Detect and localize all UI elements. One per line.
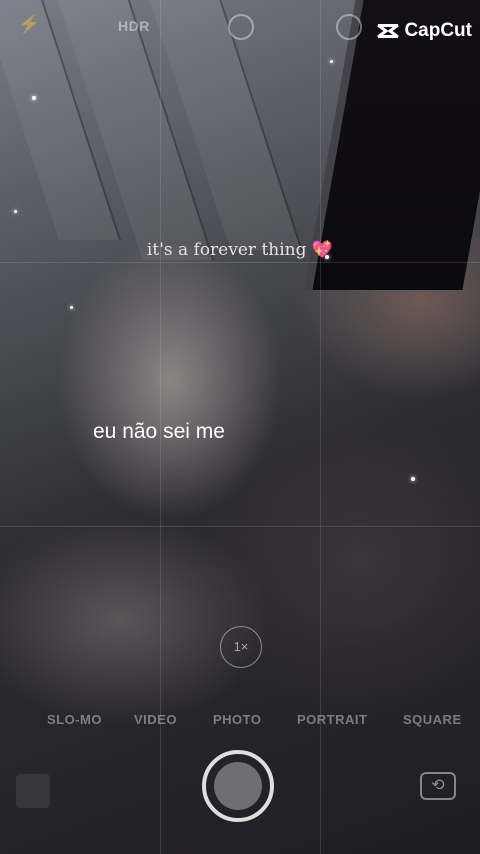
capcut-brand-label: CapCut <box>404 20 472 41</box>
photo-thumbnail[interactable] <box>16 774 50 808</box>
camera-mode-selector: SLO-MO VIDEO PHOTO PORTRAIT SQUARE <box>0 712 480 732</box>
mode-portrait[interactable]: PORTRAIT <box>297 712 367 727</box>
sparkling-heart-icon: 💖 <box>311 240 334 260</box>
mode-slo-mo[interactable]: SLO-MO <box>47 712 102 727</box>
shutter-button[interactable] <box>202 750 274 822</box>
sparkle <box>70 306 73 309</box>
caption-forever: it's a forever thing 💖 <box>0 240 480 260</box>
timer-icon[interactable] <box>336 14 362 40</box>
caption-forever-text: it's a forever thing <box>146 240 307 260</box>
grid-line <box>0 526 480 527</box>
flash-icon[interactable]: ⚡ <box>18 14 40 35</box>
mode-square[interactable]: SQUARE <box>403 712 462 727</box>
mode-photo[interactable]: PHOTO <box>213 712 262 727</box>
switch-camera-icon[interactable]: ⟲ <box>420 772 456 800</box>
live-photo-icon[interactable] <box>228 14 254 40</box>
hdr-toggle[interactable]: HDR <box>118 18 150 34</box>
capcut-watermark: CapCut <box>376 20 472 42</box>
sparkle <box>411 477 415 481</box>
sparkle <box>32 96 36 100</box>
sparkle <box>14 210 17 213</box>
grid-line <box>0 262 480 263</box>
caption-main: eu não sei me <box>93 420 225 443</box>
capcut-logo-icon <box>377 23 400 39</box>
sparkle <box>330 60 333 63</box>
shutter-inner <box>214 762 262 810</box>
zoom-button[interactable]: 1× <box>220 626 262 668</box>
mode-video[interactable]: VIDEO <box>134 712 177 727</box>
